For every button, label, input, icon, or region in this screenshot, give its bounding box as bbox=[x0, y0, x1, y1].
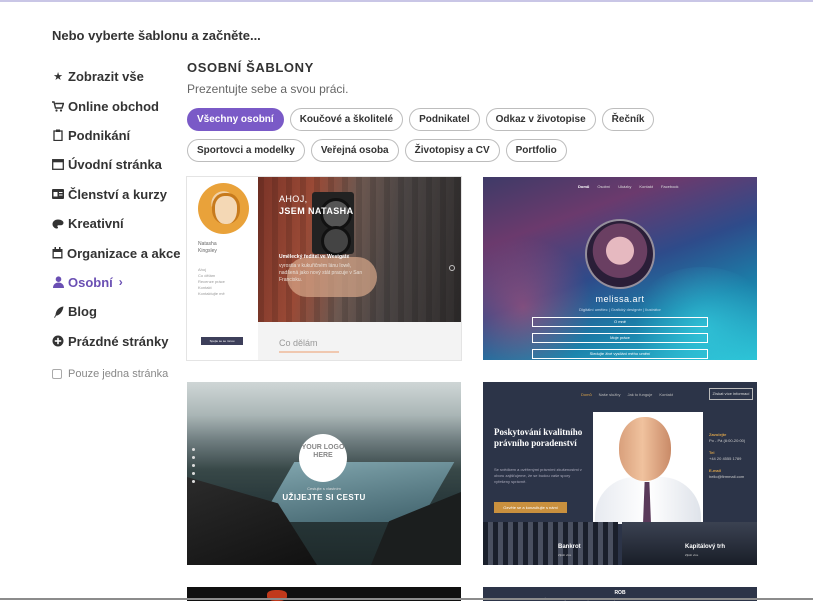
star-icon: ★ bbox=[53, 71, 63, 84]
template-link-button: O mně bbox=[532, 317, 708, 327]
template-tagline: Cestujte s vlastním bbox=[307, 486, 341, 491]
template-headline: Poskytování kvalitního právního poradens… bbox=[494, 427, 583, 448]
template-what-i-do: Co dělám bbox=[279, 338, 318, 348]
sidebar-item-label: Podnikání bbox=[68, 127, 131, 143]
bottom-border bbox=[0, 598, 813, 600]
dot-icon bbox=[192, 464, 195, 467]
one-page-checkbox[interactable] bbox=[52, 368, 62, 379]
filter-resume-cv[interactable]: Životopisy a CV bbox=[404, 139, 500, 162]
template-card-natasha[interactable]: Natasha Kingsley Ahoj Co dělám Recenze p… bbox=[187, 177, 461, 360]
sidebar-item-label: Zobrazit vše bbox=[68, 69, 144, 85]
template-name: melissa.art bbox=[595, 294, 645, 304]
browser-window-icon bbox=[52, 159, 64, 171]
feather-icon bbox=[52, 306, 64, 318]
sidebar-item-label: Organizace a akce bbox=[67, 245, 181, 261]
template-card-travel[interactable]: YOUR LOGO HERE Cestujte s vlastním UŽIJE… bbox=[187, 382, 461, 565]
template-intro: JSEM NATASHA bbox=[279, 206, 354, 216]
service-title: Kapitálový trh bbox=[685, 544, 726, 550]
plus-circle-icon bbox=[52, 335, 64, 347]
template-text: Se svědkem a ověřenými právními zkušenos… bbox=[494, 467, 582, 484]
sidebar-item-label: Online obchod bbox=[68, 98, 159, 114]
filter-all-personal[interactable]: Všechny osobní bbox=[187, 108, 284, 131]
filter-pills: Všechny osobní Koučové a školitelé Podni… bbox=[187, 108, 767, 162]
filter-speaker[interactable]: Řečník bbox=[601, 108, 655, 131]
filter-link-in-bio[interactable]: Odkaz v životopise bbox=[485, 108, 596, 131]
template-link-button: Sledujte živé vysílání mého umění bbox=[532, 349, 708, 359]
template-contact: Zavolejte Po - Pá (8:00-20:00) Tel +44 2… bbox=[709, 432, 746, 479]
decorative-line bbox=[279, 351, 339, 353]
sidebar-item-personal[interactable]: Osobní › bbox=[52, 268, 177, 297]
calendar-icon bbox=[52, 247, 63, 259]
clipboard-icon bbox=[52, 129, 64, 142]
id-card-icon bbox=[52, 188, 64, 200]
palette-icon bbox=[52, 218, 64, 230]
dot-icon bbox=[192, 456, 195, 459]
camera-icon bbox=[312, 192, 354, 256]
chevron-right-icon: › bbox=[118, 275, 123, 290]
template-role: Umělecký ředitel ve Westgate bbox=[279, 254, 350, 260]
sidebar-item-label: Kreativní bbox=[68, 216, 124, 232]
filter-public-figure[interactable]: Veřejná osoba bbox=[310, 139, 399, 162]
slider-dots bbox=[192, 448, 195, 483]
category-sidebar: ★ Zobrazit vše Online obchod Podnikání Ú… bbox=[52, 62, 181, 380]
cart-icon bbox=[52, 100, 64, 112]
filter-entrepreneur[interactable]: Podnikatel bbox=[409, 108, 480, 131]
dot-icon bbox=[192, 448, 195, 451]
one-page-label: Pouze jedna stránka bbox=[68, 367, 169, 380]
filter-coaches[interactable]: Koučové a školitelé bbox=[289, 108, 404, 131]
template-link-button: Moje práce bbox=[532, 333, 708, 343]
sidebar-item-blog[interactable]: Blog bbox=[52, 297, 177, 326]
avatar bbox=[585, 219, 655, 289]
logo-placeholder: YOUR LOGO HERE bbox=[299, 434, 347, 482]
template-card-advisor[interactable]: Domů Naše služby Jak to funguje Kontakt … bbox=[483, 382, 757, 565]
template-cta-button: Ozvěte se a konzultujte s námi bbox=[494, 502, 567, 513]
template-headline: UŽIJEJTE SI CESTU bbox=[282, 493, 366, 502]
sidebar-item-label: Členství a kurzy bbox=[68, 186, 167, 202]
service-link: Zjistit více bbox=[685, 553, 699, 557]
dot-icon bbox=[192, 480, 195, 483]
template-title: ROB bbox=[614, 590, 626, 596]
filter-portfolio[interactable]: Portfolio bbox=[505, 139, 567, 162]
one-page-filter[interactable]: Pouze jedna stránka bbox=[52, 368, 177, 380]
sidebar-item-label: Osobní bbox=[68, 274, 113, 290]
service-link: Zjistit více bbox=[558, 553, 572, 557]
sidebar-item-business[interactable]: Podnikání bbox=[52, 121, 177, 150]
sidebar-item-membership[interactable]: Členství a kurzy bbox=[52, 180, 177, 209]
template-bio: vyrostla v kukuřičném lánu Iowě, nadšená… bbox=[279, 263, 363, 283]
template-card-melissa[interactable]: Domů Osobní Ukázky Kontakt Facebook meli… bbox=[483, 177, 757, 360]
sidebar-item-show-all[interactable]: ★ Zobrazit vše bbox=[52, 62, 177, 91]
section-title: OSOBNÍ ŠABLONY bbox=[187, 60, 314, 75]
template-top-button: Získat více informací bbox=[709, 388, 753, 400]
dot-icon bbox=[192, 472, 195, 475]
sidebar-item-events[interactable]: Organizace a akce bbox=[52, 238, 181, 267]
sidebar-item-label: Blog bbox=[68, 304, 97, 320]
service-title: Bankrot bbox=[558, 544, 581, 550]
sidebar-item-creative[interactable]: Kreativní bbox=[52, 209, 177, 238]
sidebar-item-label: Úvodní stránka bbox=[68, 157, 162, 173]
template-nav: Domů Osobní Ukázky Kontakt Facebook bbox=[578, 184, 679, 189]
user-icon bbox=[52, 276, 64, 289]
template-name: Natasha Kingsley bbox=[198, 241, 217, 254]
top-border bbox=[0, 0, 813, 2]
page-heading: Nebo vyberte šablonu a začněte... bbox=[52, 28, 261, 43]
sidebar-item-online-store[interactable]: Online obchod bbox=[52, 91, 177, 120]
sidebar-item-label: Prázdné stránky bbox=[68, 333, 169, 349]
template-nav-text: Ahoj Co dělám Recenze práce Kontakt Kont… bbox=[198, 267, 225, 296]
sidebar-item-landing-page[interactable]: Úvodní stránka bbox=[52, 150, 177, 179]
filter-athletes-models[interactable]: Sportovci a modelky bbox=[187, 139, 305, 162]
section-subtitle: Prezentujte sebe a svou práci. bbox=[187, 82, 349, 96]
slider-dot-icon bbox=[449, 265, 455, 271]
template-subtitle: Digitální umělec | Grafický designér | I… bbox=[579, 307, 661, 312]
bankruptcy-image bbox=[483, 522, 618, 565]
sidebar-item-blank-pages[interactable]: Prázdné stránky bbox=[52, 327, 177, 356]
template-contact-button: Spojte se se mnou bbox=[201, 337, 243, 345]
template-nav: Domů Naše služby Jak to funguje Kontakt bbox=[581, 392, 673, 397]
template-hello: AHOJ, bbox=[279, 194, 308, 204]
portrait-head bbox=[619, 417, 671, 481]
avatar bbox=[198, 183, 249, 234]
